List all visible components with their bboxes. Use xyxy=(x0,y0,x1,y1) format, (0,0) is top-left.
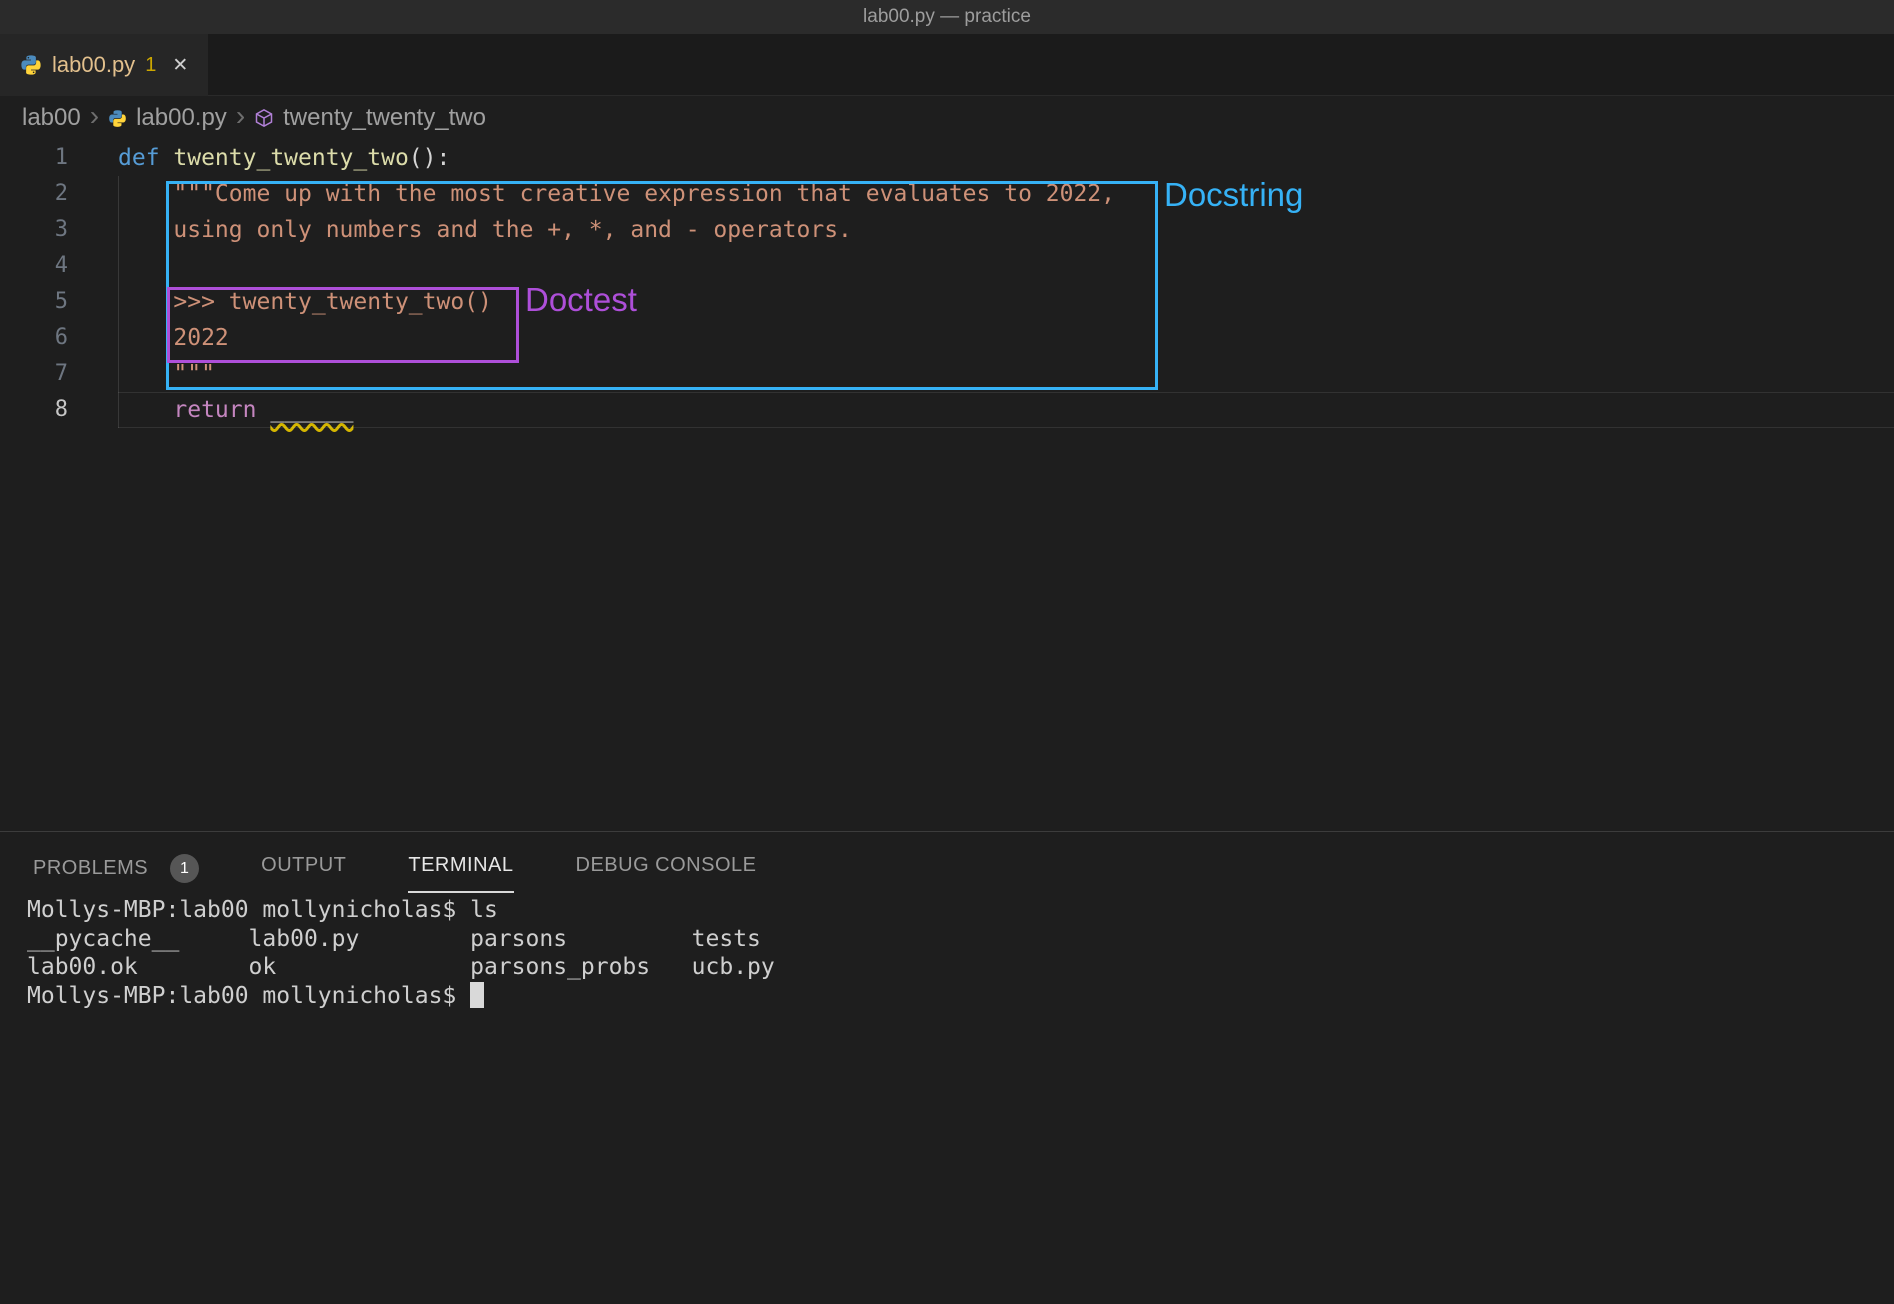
vscode-window: lab00.py — practice lab00.py 1 ✕ lab00 ›… xyxy=(0,0,1894,1304)
docstring-annotation-label: Docstring xyxy=(1164,176,1303,214)
tab-filename: lab00.py xyxy=(52,52,135,78)
terminal-output[interactable]: Mollys-MBP:lab00 mollynicholas$ ls __pyc… xyxy=(27,896,775,1010)
code-text: """ xyxy=(118,356,215,392)
window-title: lab00.py — practice xyxy=(863,6,1031,28)
line-number: 3 xyxy=(0,212,118,248)
window-titlebar[interactable]: lab00.py — practice xyxy=(0,0,1894,34)
code-token: """ xyxy=(118,361,215,387)
tab-problem-count: 1 xyxy=(145,54,156,77)
code-token: (): xyxy=(409,145,451,171)
terminal-line: Mollys-MBP:lab00 mollynicholas$ xyxy=(27,982,775,1011)
panel-tab-problems[interactable]: PROBLEMS 1 xyxy=(33,854,199,897)
current-line-highlight xyxy=(118,392,1894,428)
code-text: using only numbers and the +, *, and - o… xyxy=(118,212,852,248)
code-line: 3 using only numbers and the +, *, and -… xyxy=(0,212,1894,248)
problems-count-badge: 1 xyxy=(170,854,199,883)
line-number: 7 xyxy=(0,356,118,392)
terminal-line: Mollys-MBP:lab00 mollynicholas$ ls xyxy=(27,896,775,925)
code-token: >>> twenty_twenty_two() xyxy=(118,289,492,315)
code-token: 2022 xyxy=(118,325,229,351)
panel-tab-label: DEBUG CONSOLE xyxy=(576,854,757,877)
terminal-text: Mollys-MBP:lab00 mollynicholas$ xyxy=(27,983,470,1009)
terminal-line: lab00.ok ok parsons_probs ucb.py xyxy=(27,953,775,982)
code-line: 6 2022 xyxy=(0,320,1894,356)
code-line: 4 xyxy=(0,248,1894,284)
editor-tab-lab00py[interactable]: lab00.py 1 ✕ xyxy=(0,34,208,96)
doctest-annotation-label: Doctest xyxy=(525,281,637,319)
code-text: >>> twenty_twenty_two() xyxy=(118,284,492,320)
panel-tab-label: TERMINAL xyxy=(408,854,513,877)
code-editor[interactable]: 1 def twenty_twenty_two(): 2 """Come up … xyxy=(0,140,1894,830)
breadcrumb: lab00 › lab00.py › twenty_twenty_two xyxy=(22,96,486,140)
editor-tab-bar: lab00.py 1 ✕ xyxy=(0,34,1894,96)
code-text: def twenty_twenty_two(): xyxy=(118,140,450,176)
code-line: 5 >>> twenty_twenty_two() xyxy=(0,284,1894,320)
code-line: 7 """ xyxy=(0,356,1894,392)
tab-close-icon[interactable]: ✕ xyxy=(172,54,188,77)
code-line: 1 def twenty_twenty_two(): xyxy=(0,140,1894,176)
code-token: using only numbers and the +, *, and - o… xyxy=(118,217,852,243)
terminal-text: Mollys-MBP:lab00 mollynicholas$ ls xyxy=(27,897,498,923)
line-number: 5 xyxy=(0,284,118,320)
python-file-icon xyxy=(20,54,42,76)
chevron-right-icon: › xyxy=(236,102,245,130)
code-text: """Come up with the most creative expres… xyxy=(118,176,1115,212)
code-token: def xyxy=(118,145,173,171)
code-text: 2022 xyxy=(118,320,229,356)
code-line: 2 """Come up with the most creative expr… xyxy=(0,176,1894,212)
line-number: 6 xyxy=(0,320,118,356)
line-number: 4 xyxy=(0,248,118,284)
terminal-text: lab00.ok ok parsons_probs ucb.py xyxy=(27,954,775,980)
symbol-cube-icon xyxy=(254,108,274,128)
panel-tab-output[interactable]: OUTPUT xyxy=(261,854,346,891)
panel-tab-debug-console[interactable]: DEBUG CONSOLE xyxy=(576,854,757,891)
indent-guide xyxy=(118,176,119,428)
breadcrumb-folder[interactable]: lab00 xyxy=(22,104,81,132)
code-token: """Come up with the most creative expres… xyxy=(118,181,1115,207)
terminal-text: __pycache__ lab00.py parsons tests xyxy=(27,926,761,952)
panel-tab-label: OUTPUT xyxy=(261,854,346,877)
breadcrumb-file[interactable]: lab00.py xyxy=(136,104,227,132)
panel-tab-label: PROBLEMS xyxy=(33,857,148,880)
line-number: 8 xyxy=(0,392,118,428)
python-file-icon xyxy=(108,109,127,128)
code-token: twenty_twenty_two xyxy=(173,145,408,171)
terminal-line: __pycache__ lab00.py parsons tests xyxy=(27,925,775,954)
breadcrumb-symbol[interactable]: twenty_twenty_two xyxy=(283,104,486,132)
chevron-right-icon: › xyxy=(90,102,99,130)
panel-tab-bar: PROBLEMS 1 OUTPUT TERMINAL DEBUG CONSOLE xyxy=(0,832,1894,894)
line-number: 2 xyxy=(0,176,118,212)
panel-tab-terminal[interactable]: TERMINAL xyxy=(408,854,513,893)
line-number: 1 xyxy=(0,140,118,176)
terminal-cursor xyxy=(470,982,484,1008)
